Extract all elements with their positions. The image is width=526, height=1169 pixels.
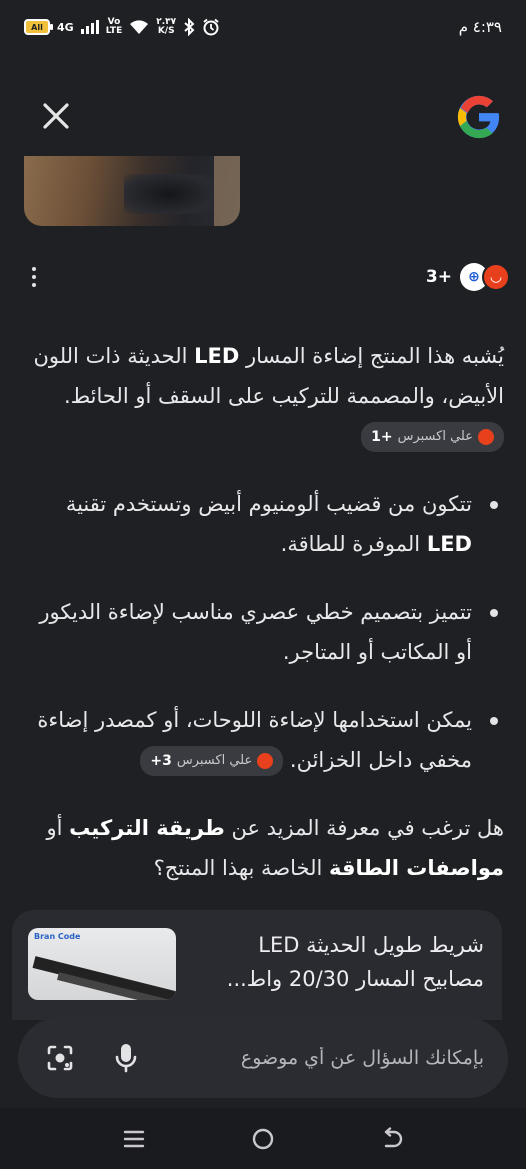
followup-question: هل ترغب في معرفة المزيد عن طريقة التركيب… — [24, 808, 505, 888]
speed-unit: K/S — [157, 26, 175, 36]
search-input-bar — [18, 1018, 508, 1098]
answer-intro: يُشبه هذا المنتج إضاءة المسار LED الحديث… — [24, 336, 504, 456]
intro-text-1: يُشبه هذا المنتج إضاءة المسار — [239, 344, 504, 368]
source-chip[interactable]: علي اكسبرس +1 — [361, 422, 504, 452]
close-icon[interactable] — [36, 96, 76, 136]
network-type: 4G — [57, 20, 74, 34]
list-item: تتميز بتصميم خطي عصري مناسب لإضاءة الديك… — [24, 592, 504, 672]
followup-text-1: هل ترغب في معرفة المزيد عن — [224, 816, 504, 840]
product-image-thumbnail[interactable] — [24, 156, 240, 226]
status-icons: All 4G Vo LTE ٢.٣٧ K/S — [24, 18, 220, 36]
microphone-icon[interactable] — [108, 1040, 144, 1076]
sources-button[interactable]: 3+ ⊕ ◡ — [426, 263, 510, 291]
system-nav-bar — [0, 1108, 526, 1169]
bullet-text-2: الموفرة للطاقة. — [280, 532, 427, 556]
wifi-icon — [130, 20, 149, 34]
speed-indicator: ٢.٣٧ K/S — [156, 18, 176, 36]
search-input[interactable] — [164, 1038, 484, 1078]
bullet-text-1: تتكون من قضيب ألومنيوم أبيض وتستخدم تقني… — [65, 492, 472, 516]
feature-list: تتكون من قضيب ألومنيوم أبيض وتستخدم تقني… — [24, 484, 504, 780]
followup-text-2: أو — [46, 816, 70, 840]
result-card-title: شريط طويل الحديثة LED مصابيح المسار 20/3… — [226, 933, 484, 991]
list-item: تتكون من قضيب ألومنيوم أبيض وتستخدم تقني… — [24, 484, 504, 564]
followup-bold-2: مواصفات الطاقة — [329, 856, 504, 880]
google-logo — [457, 95, 500, 139]
bluetooth-icon — [184, 18, 195, 36]
chip-count: +1 — [371, 429, 393, 445]
chip-count: 3+ — [150, 753, 172, 769]
aliexpress-icon: ◡ — [482, 263, 510, 291]
result-card-image: Bran Code — [28, 928, 176, 1000]
home-icon[interactable] — [243, 1119, 283, 1159]
more-options-icon[interactable] — [24, 265, 44, 289]
chip-label: علي اكسبرس — [176, 753, 253, 768]
battery-label: All — [31, 22, 43, 32]
aliexpress-icon — [257, 753, 274, 769]
alarm-icon — [203, 18, 219, 36]
bullet-bold: LED — [426, 532, 472, 556]
battery-icon: All — [24, 19, 53, 35]
back-icon[interactable] — [372, 1119, 412, 1159]
intro-bold: LED — [194, 344, 240, 368]
recents-icon[interactable] — [114, 1119, 154, 1159]
list-item: يمكن استخدامها لإضاءة اللوحات، أو كمصدر … — [24, 700, 504, 780]
image-brand-text: Bran Code — [34, 932, 81, 941]
followup-text-3: الخاصة بهذا المنتج؟ — [153, 856, 330, 880]
sources-row: 3+ ⊕ ◡ — [24, 262, 510, 292]
status-bar: All 4G Vo LTE ٢.٣٧ K/S ٤:٣٩ م — [0, 0, 526, 54]
sources-count: 3+ — [425, 267, 452, 287]
volte-bottom: LTE — [105, 26, 123, 36]
followup-bold-1: طريقة التركيب — [69, 816, 225, 840]
aliexpress-icon — [478, 429, 494, 445]
volte-icon: Vo LTE — [106, 18, 123, 36]
result-card[interactable]: Bran Code شريط طويل الحديثة LED مصابيح ا… — [12, 910, 502, 1020]
clock: ٤:٣٩ م — [458, 18, 502, 36]
ai-answer: يُشبه هذا المنتج إضاءة المسار LED الحديث… — [24, 336, 504, 888]
chip-label: علي اكسبرس — [397, 429, 473, 444]
signal-icon — [80, 20, 99, 34]
bullet-text-1: تتميز بتصميم خطي عصري مناسب لإضاءة الديك… — [39, 600, 472, 664]
source-chip[interactable]: علي اكسبرس 3+ — [140, 746, 284, 776]
lens-camera-icon[interactable] — [42, 1040, 78, 1076]
